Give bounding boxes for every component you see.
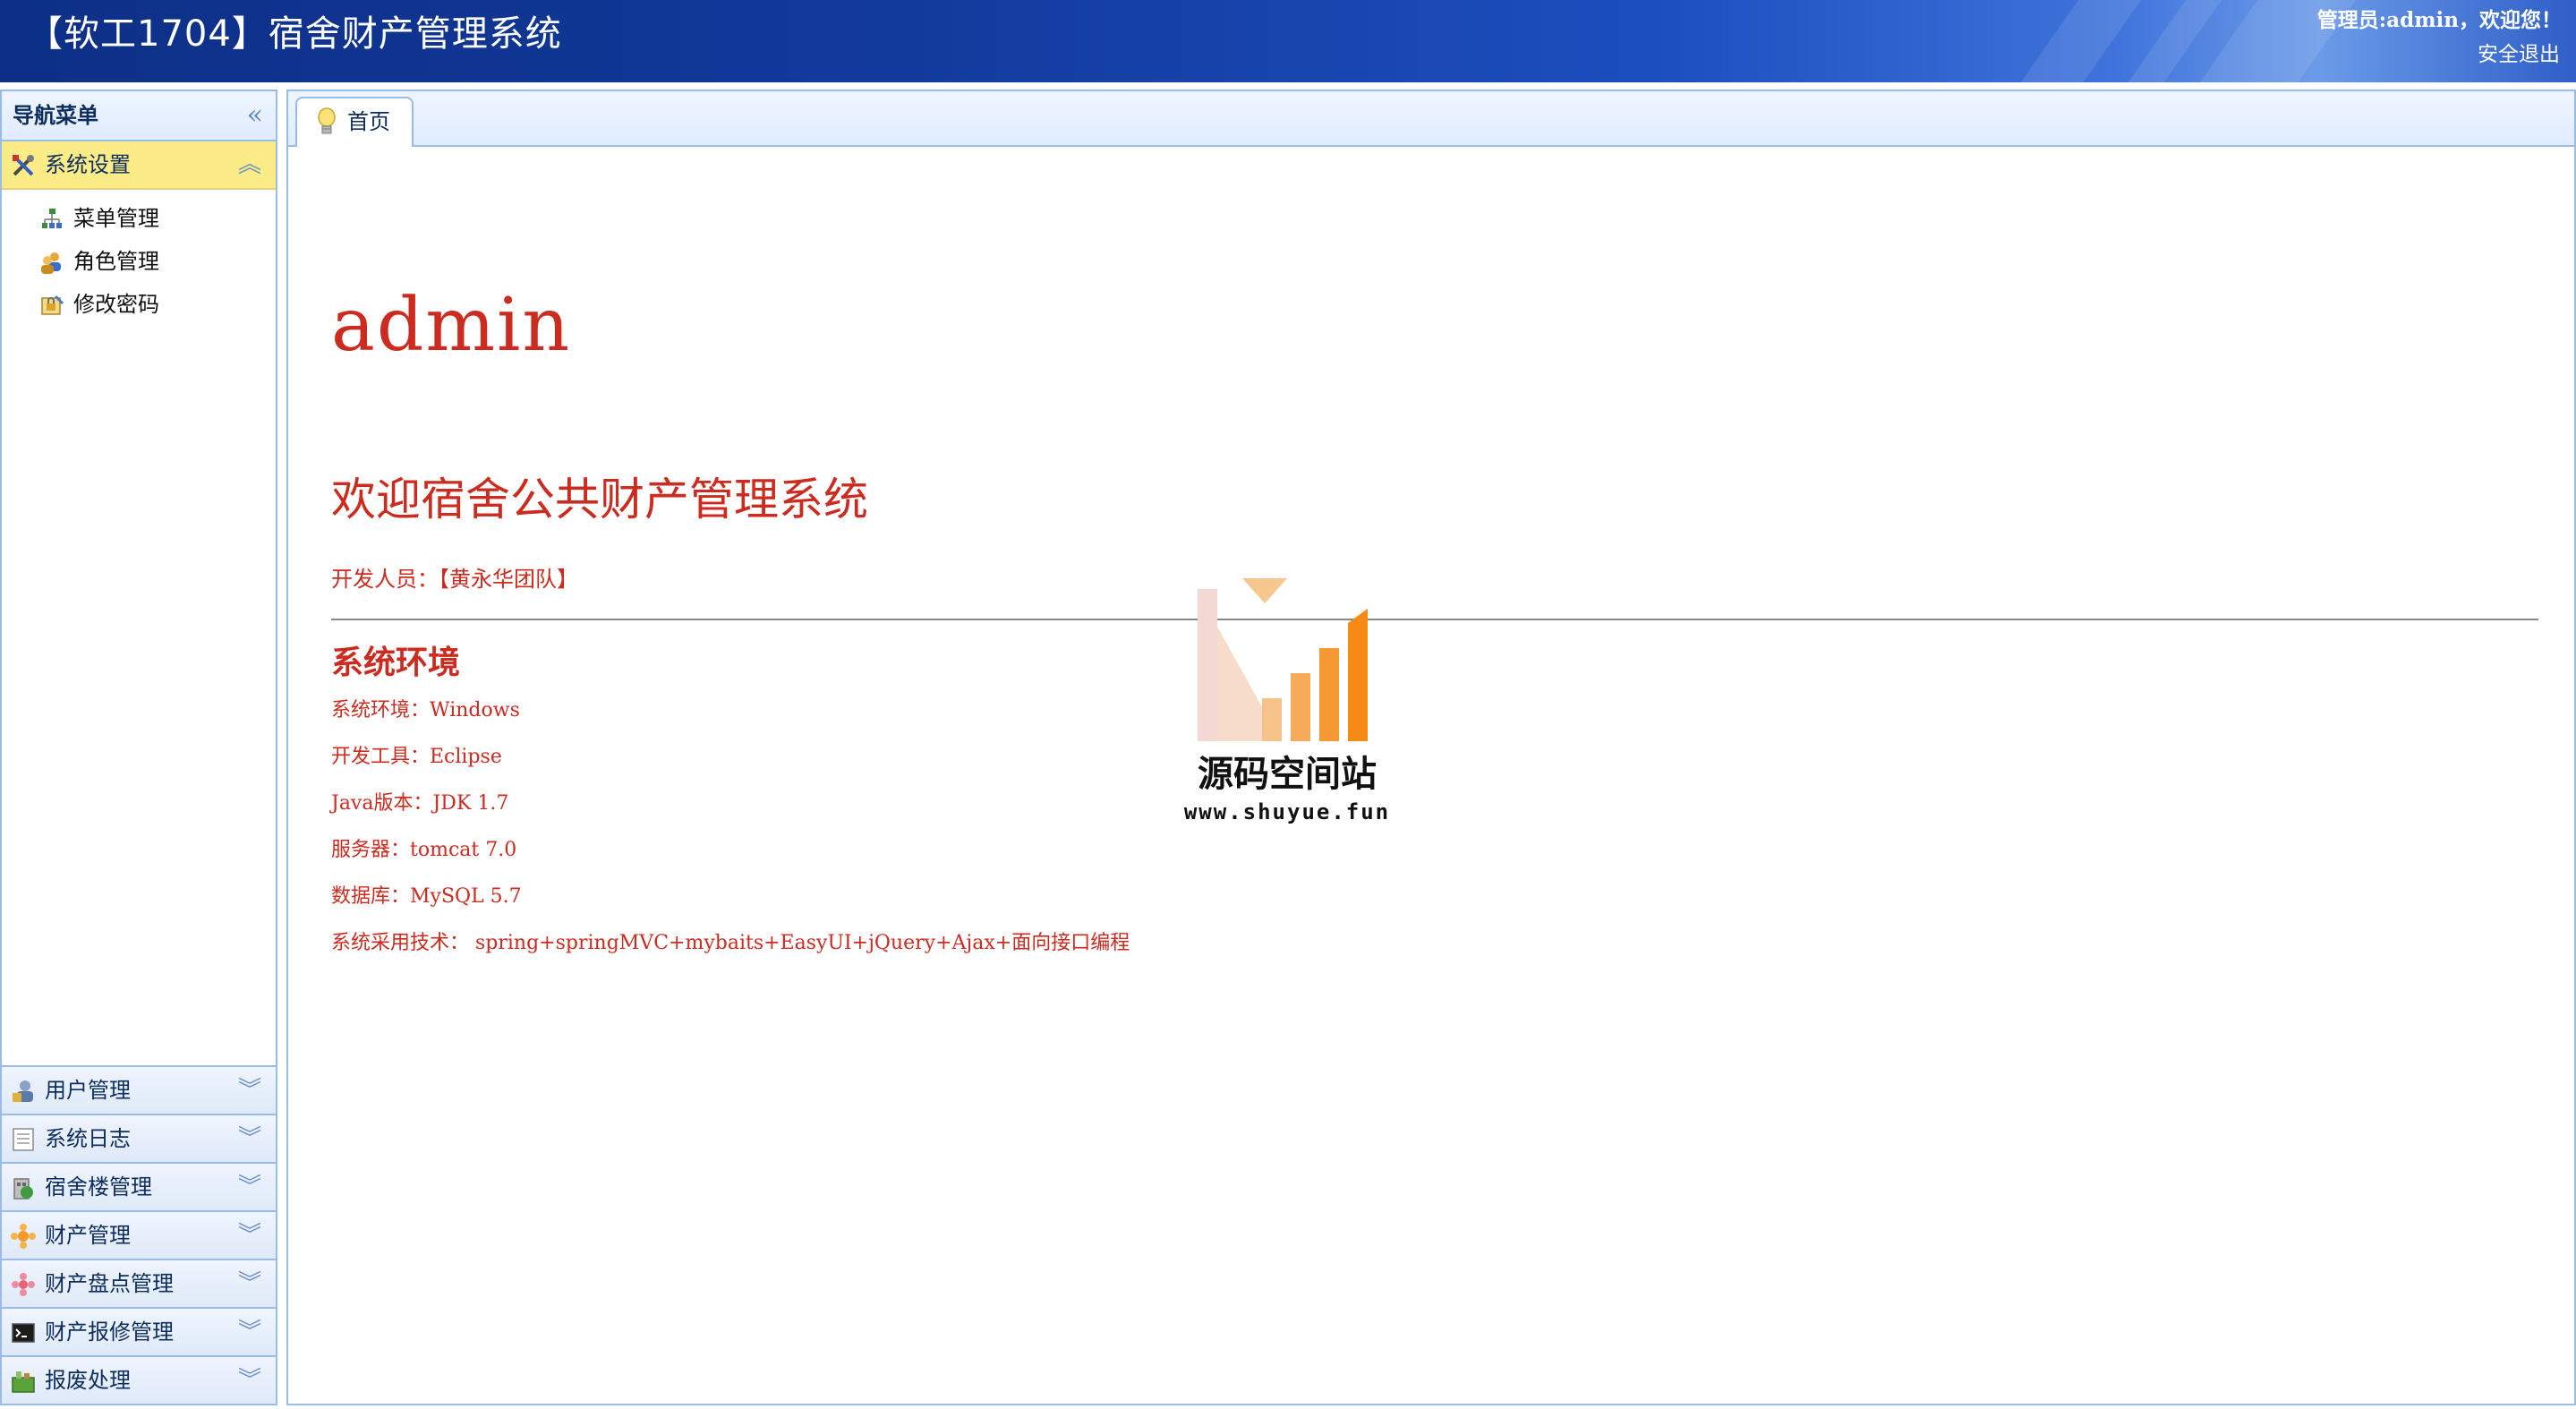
double-chevron-down-icon[interactable]: ︾ (238, 1309, 261, 1355)
terminal-icon (12, 1323, 35, 1343)
nav-header: 导航菜单 « (2, 91, 276, 141)
nav-panel-dorm-building-management[interactable]: 宿舍楼管理 ︾ (2, 1162, 276, 1210)
nav-panel-label: 财产管理 (45, 1223, 131, 1248)
nav-panel-user-management[interactable]: 用户管理 ︾ (2, 1065, 276, 1114)
nav-panel-scrap-processing[interactable]: 报废处理 ︾ (2, 1355, 276, 1404)
app-header: 【软工1704】宿舍财产管理系统 管理员:admin，欢迎您！ 安全退出 (0, 0, 2576, 82)
nav-panel-label: 财产报修管理 (45, 1319, 174, 1345)
nav-panel-asset-inventory-management[interactable]: 财产盘点管理 ︾ (2, 1259, 276, 1307)
nav-item-label: 修改密码 (73, 292, 159, 317)
nav-item-menu-management[interactable]: 菜单管理 (2, 197, 276, 240)
tab-strip: 首页 (288, 91, 2574, 147)
users-icon (41, 252, 61, 274)
app-title: 【软工1704】宿舍财产管理系统 (27, 13, 562, 55)
double-chevron-down-icon[interactable]: ︾ (238, 1212, 261, 1259)
nav-item-change-password[interactable]: 修改密码 (2, 283, 276, 326)
tab-label: 首页 (347, 109, 390, 134)
nav-panel-asset-repair-management[interactable]: 财产报修管理 ︾ (2, 1307, 276, 1355)
double-chevron-down-icon[interactable]: ︾ (238, 1067, 261, 1114)
nav-sidebar: 导航菜单 « 系统设置 ︽ 菜单管理 角色管理 修改密码 用户管理 ︾ 系统日志… (0, 90, 277, 1405)
nav-item-role-management[interactable]: 角色管理 (2, 240, 276, 283)
tree-icon (42, 209, 62, 228)
watermark-url: www.shuyue.fun (1183, 799, 1391, 824)
env-line: 系统环境：Windows (331, 699, 520, 722)
tools-icon (13, 155, 34, 176)
admin-name: admin (331, 283, 572, 368)
env-line: 系统采用技术： spring+springMVC+mybaits+EasyUI+… (331, 932, 1130, 954)
double-chevron-up-icon[interactable]: ︽ (238, 141, 261, 188)
welcome-heading: 欢迎宿舍公共财产管理系统 (331, 474, 868, 525)
env-line: 服务器：tomcat 7.0 (331, 839, 517, 861)
divider (331, 619, 2538, 620)
env-title: 系统环境 (331, 644, 461, 681)
nav-item-label: 角色管理 (73, 249, 159, 274)
building-icon (13, 1178, 33, 1200)
double-chevron-down-icon[interactable]: ︾ (238, 1164, 261, 1210)
lock-edit-icon (41, 295, 64, 315)
env-line: 数据库：MySQL 5.7 (331, 885, 522, 908)
logout-link[interactable]: 安全退出 (2478, 39, 2560, 70)
home-content: admin 欢迎宿舍公共财产管理系统 开发人员：【黄永华团队】 系统环境 系统环… (288, 147, 2574, 1404)
nav-panel-label: 用户管理 (45, 1078, 131, 1103)
nav-item-label: 菜单管理 (73, 206, 159, 231)
nav-panel-label: 系统日志 (45, 1126, 131, 1151)
nav-collapsed-panels: 用户管理 ︾ 系统日志 ︾ 宿舍楼管理 ︾ 财产管理 ︾ 财产盘点管理 ︾ 财产… (2, 1065, 276, 1404)
user-welcome: 管理员:admin，欢迎您！ (2316, 8, 2562, 32)
tab-home[interactable]: 首页 (295, 97, 414, 147)
log-icon (13, 1128, 34, 1151)
nav-panel-asset-management[interactable]: 财产管理 ︾ (2, 1210, 276, 1259)
env-line: Java版本：JDK 1.7 (331, 792, 509, 815)
watermark-name: 源码空间站 (1198, 754, 1377, 795)
main-tabs: 首页 admin 欢迎宿舍公共财产管理系统 开发人员：【黄永华团队】 系统环境 … (286, 90, 2576, 1405)
developer-info: 开发人员：【黄永华团队】 (331, 567, 578, 592)
asset-icon (11, 1224, 36, 1249)
env-line: 开发工具：Eclipse (331, 746, 502, 768)
watermark: 源码空间站 www.shuyue.fun (1180, 573, 1395, 841)
nav-panel-label: 系统设置 (45, 152, 131, 177)
watermark-logo (1198, 578, 1368, 741)
double-chevron-down-icon[interactable]: ︾ (238, 1357, 261, 1404)
double-chevron-left-icon[interactable]: « (247, 91, 263, 140)
nav-panel-label: 报废处理 (45, 1368, 131, 1393)
bulb-icon (318, 107, 336, 134)
nav-panel-label: 财产盘点管理 (45, 1271, 174, 1296)
inventory-icon (12, 1273, 35, 1296)
nav-panel-label: 宿舍楼管理 (45, 1174, 152, 1200)
scrap-icon (12, 1371, 35, 1393)
nav-submenu: 菜单管理 角色管理 修改密码 (2, 190, 276, 326)
nav-title: 导航菜单 (13, 102, 98, 128)
user-icon (13, 1080, 33, 1102)
double-chevron-down-icon[interactable]: ︾ (238, 1115, 261, 1162)
nav-panel-system-settings[interactable]: 系统设置 ︽ (2, 141, 276, 190)
nav-panel-system-log[interactable]: 系统日志 ︾ (2, 1114, 276, 1162)
double-chevron-down-icon[interactable]: ︾ (238, 1260, 261, 1307)
